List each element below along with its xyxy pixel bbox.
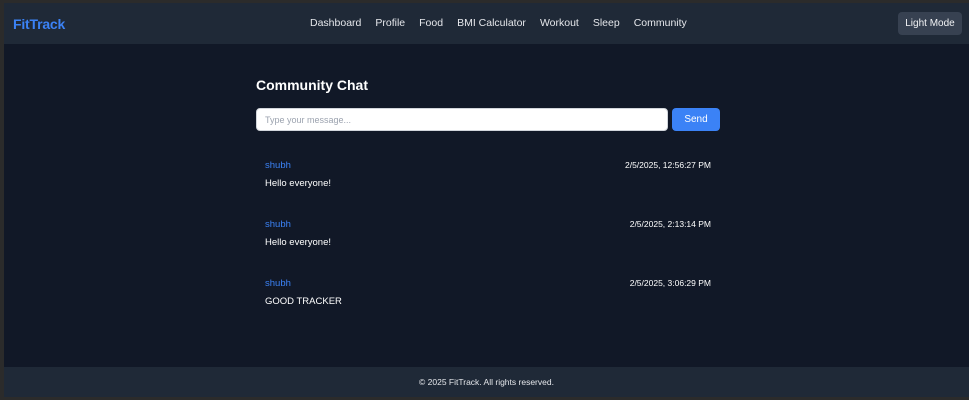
chat-message: shubh 2/5/2025, 2:13:14 PM Hello everyon… [256,219,720,265]
nav-profile[interactable]: Profile [375,17,405,29]
message-username: shubh [265,219,291,230]
nav-bmi-calculator[interactable]: BMI Calculator [457,17,526,29]
chat-message: shubh 2/5/2025, 3:06:29 PM GOOD TRACKER [256,278,720,324]
message-text: Hello everyone! [265,237,332,248]
nav-links: Dashboard Profile Food BMI Calculator Wo… [310,17,687,29]
page-title: Community Chat [256,77,368,93]
message-timestamp: 2/5/2025, 12:56:27 PM [624,160,711,170]
send-button[interactable]: Send [672,108,720,131]
footer: © 2025 FitTrack. All rights reserved. [4,367,969,397]
message-username: shubh [265,278,291,289]
nav-sleep[interactable]: Sleep [593,17,620,29]
message-username: shubh [265,160,291,171]
nav-workout[interactable]: Workout [540,17,579,29]
theme-toggle-button[interactable]: Light Mode [898,12,962,35]
nav-dashboard[interactable]: Dashboard [310,17,361,29]
nav-community[interactable]: Community [634,17,687,29]
footer-copyright: © 2025 FitTrack. All rights reserved. [419,377,554,387]
app-window: FitTrack Dashboard Profile Food BMI Calc… [4,3,969,397]
message-input[interactable] [256,108,668,131]
nav-food[interactable]: Food [419,17,443,29]
message-timestamp: 2/5/2025, 3:06:29 PM [629,278,711,288]
message-text: Hello everyone! [265,178,332,189]
chat-message: shubh 2/5/2025, 12:56:27 PM Hello everyo… [256,160,720,206]
message-text: GOOD TRACKER [265,296,342,307]
brand-logo[interactable]: FitTrack [13,16,65,32]
navbar: FitTrack Dashboard Profile Food BMI Calc… [4,3,969,44]
message-timestamp: 2/5/2025, 2:13:14 PM [629,219,711,229]
